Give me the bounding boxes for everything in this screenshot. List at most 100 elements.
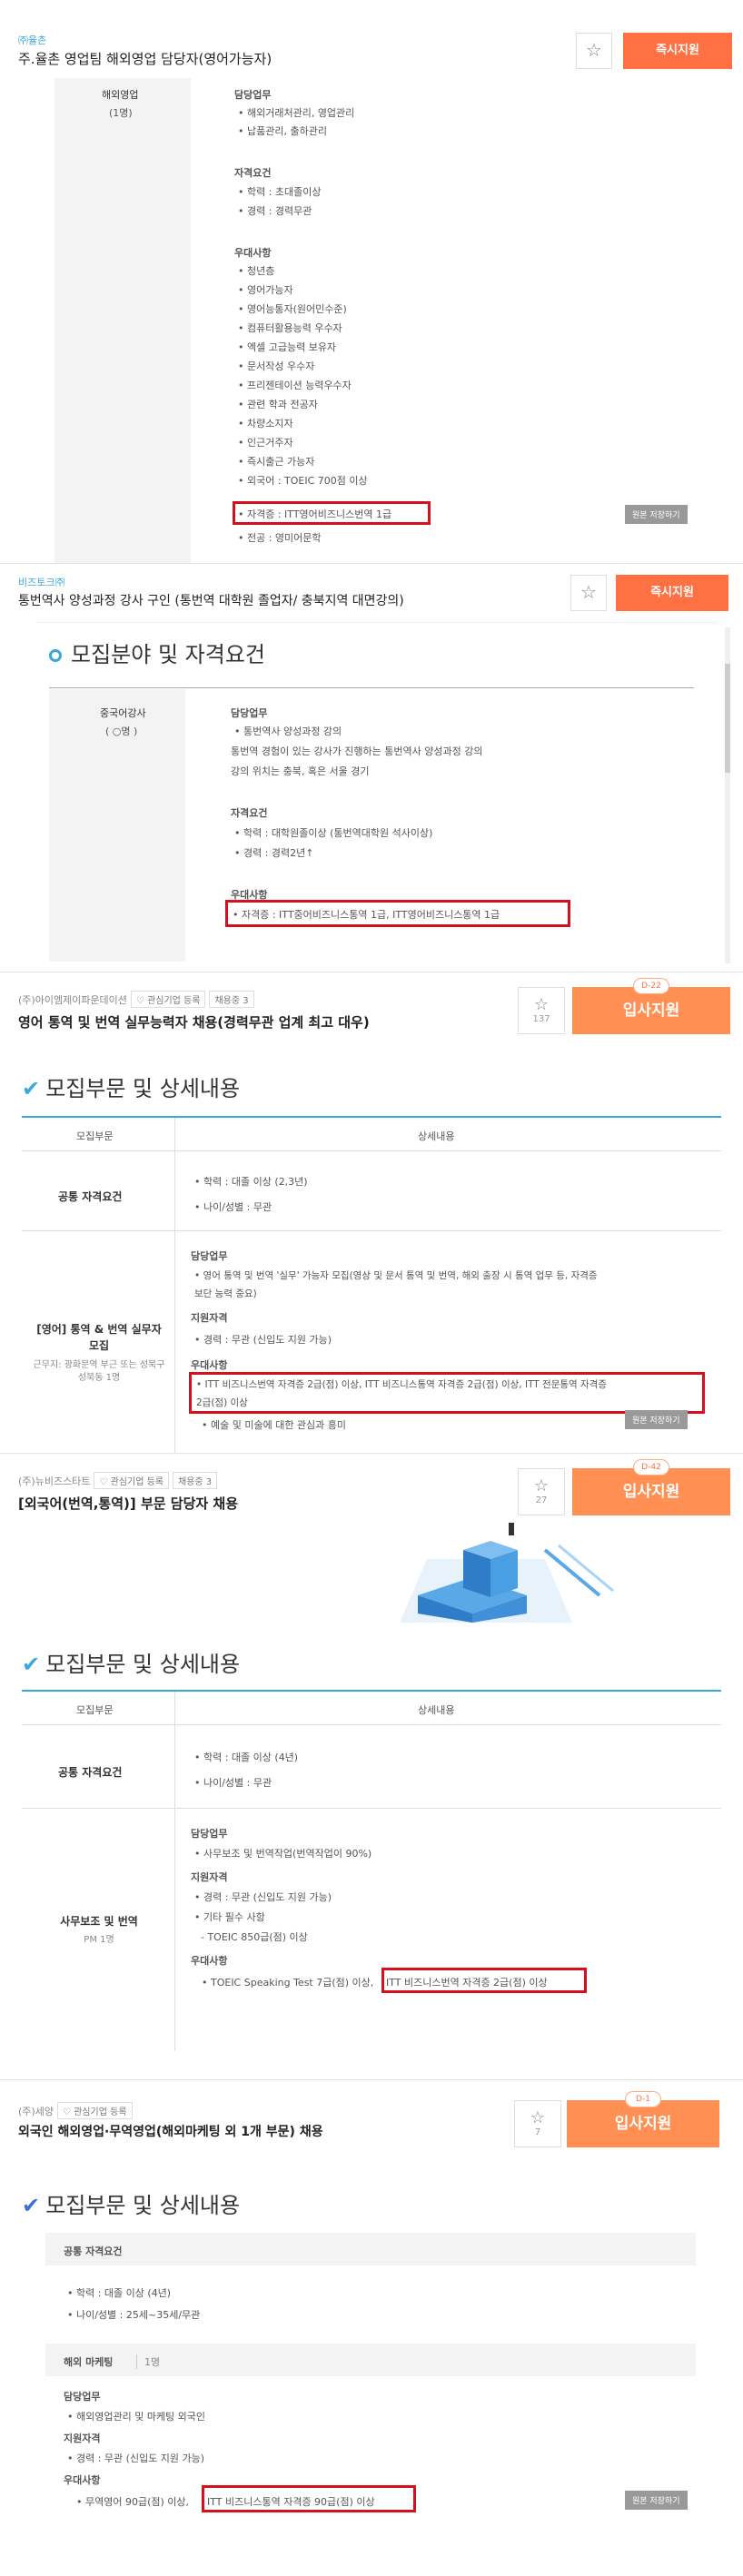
duty-item: • 해외거래처관리, 영업관리 [238, 107, 355, 119]
star-icon: ☆ [533, 1476, 550, 1495]
divider [22, 1230, 721, 1231]
role-label: 해외 마케팅 [64, 2356, 114, 2368]
pref-item: • 인근거주자 [238, 437, 293, 449]
apply-button[interactable]: 즉시지원 [616, 575, 728, 611]
duty-item: • 사무보조 및 번역작업(번역작업이 90%) [194, 1848, 372, 1860]
headcount: ( ○명 ) [105, 725, 138, 737]
job-title[interactable]: [외국어(번역,통역)] 부문 담당자 채용 [18, 1494, 238, 1513]
role-label: [영어] 통역 & 번역 실무자 모집 [36, 1323, 162, 1352]
pref-item: • 예술 및 미술에 대한 관심과 흥미 [202, 1419, 347, 1431]
star-button[interactable]: ☆ 7 [514, 2100, 561, 2147]
pref-item: • 무역영어 90급(점) 이상, [76, 2496, 190, 2508]
common-item: • 나이/성별 : 25세~35세/무관 [67, 2309, 201, 2321]
duty-heading: 담당업무 [64, 2391, 101, 2403]
scrollbar-thumb[interactable] [725, 664, 730, 773]
favorite-company-button[interactable]: ♡ 관심기업 등록 [94, 1472, 169, 1489]
favorite-company-button[interactable]: ♡ 관심기업 등록 [56, 2102, 133, 2119]
column-header: 모집부문 [76, 1130, 114, 1142]
company-name[interactable]: 비즈토크㈜ [18, 575, 64, 589]
check-icon: ✔ [22, 1076, 41, 1101]
star-button[interactable]: ☆ [576, 33, 612, 69]
divider [36, 622, 718, 623]
dept-label: 해외영업 [102, 89, 139, 101]
qual-item: • 경력 : 무관 (신입도 지원 가능) [194, 1334, 332, 1346]
headcount: (1명) [109, 107, 133, 119]
posting-4: (주)뉴비즈스타트 ♡ 관심기업 등록 채용중 3 [외국어(번역,통역)] 부문 … [0, 1453, 743, 2079]
company-name[interactable]: (주)뉴비즈스타트 [18, 1476, 90, 1487]
section-title-text: 모집분야 및 자격요건 [71, 642, 265, 667]
heart-icon: ♡ [135, 996, 144, 1006]
pref-item: • 문서작성 우수자 [238, 360, 315, 372]
job-title[interactable]: 영어 통역 및 번역 실무능력자 채용(경력무관 업계 최고 대우) [18, 1012, 370, 1031]
posting-5: (주)세양 ♡ 관심기업 등록 외국인 해외영업·무역영업(해외마케팅 외 1개 … [0, 2079, 743, 2576]
pref-heading: 우대사항 [234, 247, 272, 259]
star-icon: ☆ [533, 995, 550, 1014]
qual-item: • 경력 : 경력2년↑ [234, 847, 314, 859]
table-top-border [22, 1690, 721, 1692]
star-button[interactable]: ☆ [570, 575, 607, 611]
company-row: (주)세양 ♡ 관심기업 등록 [18, 2102, 133, 2119]
qual-item: • 경력 : 경력무관 [238, 205, 312, 217]
save-original-button[interactable]: 원본 저장하기 [625, 1410, 688, 1429]
posting-2: 비즈토크㈜ 통번역사 양성과정 강사 구인 (통번역 대학원 졸업자/ 충북지역… [0, 563, 743, 972]
save-original-button[interactable]: 원본 저장하기 [625, 505, 688, 524]
qual-heading: 지원자격 [191, 1871, 228, 1883]
pref-item: • 전공 : 영미어문학 [238, 532, 322, 544]
pref-item: • 외국어 : TOEIC 700점 이상 [238, 475, 368, 487]
section-title-text: 모집부문 및 상세내용 [45, 1652, 241, 1677]
role-sub: 1명 [136, 2354, 160, 2369]
duty-item: • 영어 통역 및 번역 '실무' 가능자 모집(영상 및 문서 통역 및 번역… [194, 1270, 598, 1281]
section-title-text: 모집부문 및 상세내용 [45, 2193, 241, 2218]
check-icon: ✔ [22, 2193, 41, 2218]
star-icon: ☆ [530, 2108, 546, 2127]
star-count: 137 [532, 1014, 550, 1024]
company-name[interactable]: (주)아이엠제이파운데이션 [18, 994, 127, 1006]
pref-item: • 관련 학과 전공자 [238, 399, 318, 410]
column-divider [174, 1118, 175, 1454]
common-label: 공통 자격요건 [58, 1190, 123, 1203]
qual-heading: 지원자격 [191, 1312, 228, 1324]
company-name[interactable]: ㈜율촌 [18, 33, 46, 47]
common-item: • 나이/성별 : 무관 [194, 1201, 272, 1213]
divider [22, 1808, 721, 1809]
section-title: ✔ 모집부문 및 상세내용 [22, 2187, 240, 2219]
pref-item-highlighted: • 자격증 : ITT중어비즈니스통역 1급, ITT영어비즈니스통역 1급 [233, 909, 500, 921]
apply-button[interactable]: 즉시지원 [623, 33, 732, 69]
common-item: • 학력 : 대졸 이상 (4년) [67, 2287, 172, 2299]
star-count: 27 [535, 1495, 548, 1505]
common-label: 공통 자격요건 [64, 2245, 123, 2257]
duty-heading: 담당업무 [231, 707, 268, 719]
table-top-border [49, 687, 694, 688]
duty-heading: 담당업무 [191, 1828, 228, 1840]
star-count: 7 [534, 2127, 541, 2137]
pref-item: • 즉시출근 가능자 [238, 456, 315, 468]
duty-item: 통번역 경험이 있는 강사가 진행하는 통번역사 양성과정 강의 [231, 745, 483, 757]
star-button[interactable]: ☆ 27 [518, 1468, 565, 1515]
save-original-button[interactable]: 원본 저장하기 [625, 2491, 688, 2510]
pref-item: • TOEIC Speaking Test 7급(점) 이상, [202, 1977, 374, 1989]
star-button[interactable]: ☆ 137 [518, 987, 565, 1034]
hiring-count: 채용중 3 [172, 1472, 218, 1489]
qual-item: • 경력 : 무관 (신입도 지원 가능) [67, 2453, 205, 2464]
favorite-label: 관심기업 등록 [110, 1477, 163, 1487]
column-header: 상세내용 [418, 1704, 455, 1716]
dept-cell [54, 78, 191, 563]
common-item: • 학력 : 대졸 이상 (2,3년) [194, 1176, 308, 1188]
heart-icon: ♡ [99, 1477, 108, 1487]
job-title[interactable]: 주.율촌 영업팀 해외영업 담당자(영어가능자) [18, 49, 272, 68]
column-divider [174, 1692, 175, 2051]
favorite-company-button[interactable]: ♡ 관심기업 등록 [130, 991, 206, 1008]
hiring-count: 채용중 3 [209, 991, 254, 1008]
job-title[interactable]: 외국인 해외영업·무역영업(해외마케팅 외 1개 부문) 채용 [18, 2122, 323, 2140]
dday-badge: D-22 [633, 978, 669, 994]
role-label: 사무보조 및 번역 [60, 1915, 138, 1928]
pref-item: • 컴퓨터활용능력 우수자 [238, 322, 342, 334]
qual-heading: 자격요건 [234, 167, 272, 179]
company-name[interactable]: (주)세양 [18, 2106, 54, 2117]
scrollbar[interactable] [725, 627, 730, 963]
common-header-bar [45, 2233, 696, 2265]
job-title[interactable]: 통번역사 양성과정 강사 구인 (통번역 대학원 졸업자/ 충북지역 대면강의) [18, 591, 404, 609]
duty-item: • 해외영업관리 및 마케팅 외국인 [67, 2411, 206, 2423]
circle-bullet-icon [49, 649, 62, 662]
common-item: • 학력 : 대졸 이상 (4년) [194, 1752, 299, 1763]
